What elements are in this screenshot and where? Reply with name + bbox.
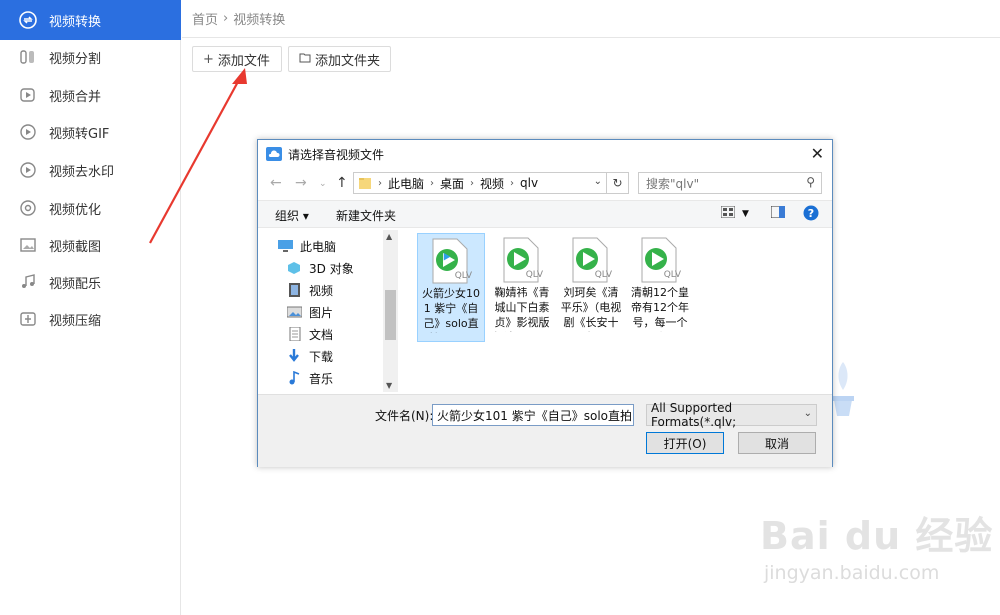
qlv-file-icon: QLV	[569, 237, 613, 283]
search-icon: ⚲	[806, 175, 815, 189]
path-separator-icon: ›	[378, 177, 382, 189]
breadcrumb: 首页 › 视频转换	[182, 0, 1000, 38]
path-segment[interactable]: 视频	[480, 175, 504, 192]
dialog-title: 请选择音视频文件	[288, 147, 385, 162]
dialog-titlebar: 请选择音视频文件 ✕	[258, 140, 832, 168]
documents-icon	[289, 327, 301, 341]
path-separator-icon: ›	[430, 177, 435, 189]
annotation-arrow	[149, 68, 247, 244]
file-name: 刘珂矣《清平乐》（电视剧《长安十二时辰...	[560, 286, 622, 332]
pictures-icon	[287, 306, 302, 318]
cancel-button[interactable]: 取消	[738, 432, 816, 454]
video-folder-icon	[289, 283, 300, 297]
sidebar-item-video-music[interactable]: 视频配乐	[0, 263, 181, 301]
compress-icon	[18, 309, 38, 329]
filename-label: 文件名(N):	[375, 409, 434, 423]
folder-icon	[359, 178, 371, 189]
baidu-watermark: Bai du 经验 jingyan.baidu.com	[760, 505, 993, 584]
filetype-value: All Supported Formats(*.qlv;	[651, 401, 737, 429]
app-cloud-icon	[266, 147, 282, 161]
dialog-toolbar: 组织 ▾ 新建文件夹 ▼ ?	[258, 200, 832, 228]
dialog-footer: 文件名(N): 火箭少女101 紫宁《自己》solo直拍 ⌄ All Suppo…	[258, 394, 832, 467]
chevron-down-icon[interactable]: ▼	[742, 209, 749, 219]
filename-value: 火箭少女101 紫宁《自己》solo直拍	[437, 408, 632, 423]
preview-pane-icon[interactable]	[770, 205, 786, 221]
file-name: 鞠婧祎《青城山下白素贞》影视版标清(270...	[493, 286, 551, 332]
address-row: ← → ⌄ ↑ › 此电脑 › 桌面 › 视频 › qlv ⌄ ↻ 搜索"qlv…	[258, 171, 832, 197]
scroll-down-icon[interactable]: ▼	[386, 381, 392, 390]
path-separator-icon: ›	[470, 177, 475, 189]
chevron-down-icon: ⌄	[803, 408, 812, 419]
filename-field[interactable]: 火箭少女101 紫宁《自己》solo直拍 ⌄	[432, 404, 634, 426]
open-button[interactable]: 打开(O)	[646, 432, 724, 454]
up-arrow-icon[interactable]: ↑	[336, 175, 348, 191]
sidebar-item-label: 视频压缩	[49, 313, 102, 329]
qlv-file-icon: QLV	[500, 237, 544, 283]
3d-objects-icon	[288, 262, 300, 274]
refresh-icon[interactable]: ↻	[607, 172, 629, 194]
search-placeholder: 搜索"qlv"	[646, 176, 700, 191]
organize-button[interactable]: 组织 ▾	[275, 207, 309, 224]
tree-item[interactable]: 图片	[287, 302, 333, 322]
new-folder-button[interactable]: 新建文件夹	[336, 207, 396, 224]
chevron-down-icon[interactable]: ⌄	[594, 176, 602, 187]
download-icon	[289, 349, 299, 362]
sidebar-item-label: 视频配乐	[49, 276, 102, 292]
path-segment[interactable]: 此电脑	[388, 175, 424, 192]
tree-item[interactable]: 音乐	[287, 368, 333, 388]
file-item[interactable]: QLV 鞠婧祎《青城山下白素贞》影视版标清(270...	[488, 233, 556, 342]
file-item[interactable]: QLV 刘珂矣《清平乐》（电视剧《长安十二时辰...	[557, 233, 625, 342]
folder-icon	[299, 52, 311, 67]
back-arrow-icon[interactable]: ←	[270, 175, 282, 191]
help-icon[interactable]: ?	[803, 205, 819, 224]
file-item[interactable]: QLV 清朝12个皇帝有12个年号，每一个都隐...	[626, 233, 694, 342]
computer-icon	[278, 240, 293, 252]
filetype-select[interactable]: All Supported Formats(*.qlv; ⌄	[646, 401, 817, 429]
navigation-tree: 此电脑 3D 对象 视频 图片 文档 下载 音乐	[258, 230, 398, 392]
tree-item[interactable]: 此电脑	[278, 236, 336, 256]
address-bar[interactable]: › 此电脑 › 桌面 › 视频 › qlv ⌄	[353, 172, 607, 194]
tree-item[interactable]: 视频	[287, 280, 333, 300]
sidebar-item-video-compress[interactable]: 视频压缩	[0, 300, 181, 338]
tree-scrollbar[interactable]: ▲ ▼	[383, 230, 398, 392]
file-item[interactable]: QLV 火箭少女101 紫宁《自己》solo直拍 -(风...	[417, 233, 485, 342]
chevron-down-icon[interactable]: ⌄	[621, 408, 629, 419]
view-options-icon[interactable]	[720, 205, 736, 221]
file-open-dialog: 请选择音视频文件 ✕ ← → ⌄ ↑ › 此电脑 › 桌面 › 视频 › qlv…	[257, 139, 833, 467]
recent-dropdown-icon[interactable]: ⌄	[319, 179, 327, 189]
tree-item[interactable]: 文档	[287, 324, 333, 344]
add-folder-label: 添加文件夹	[315, 53, 381, 69]
tree-item[interactable]: 下载	[287, 346, 333, 366]
path-segment[interactable]: 桌面	[440, 175, 464, 192]
tree-item[interactable]: 3D 对象	[287, 258, 354, 278]
path-separator-icon: ›	[510, 177, 515, 189]
svg-text:?: ?	[808, 207, 814, 220]
file-name: 火箭少女101 紫宁《自己》solo直拍 -(风...	[422, 287, 480, 333]
music-icon	[18, 272, 38, 292]
file-name: 清朝12个皇帝有12个年号，每一个都隐...	[631, 286, 689, 332]
watermark-logo: Bai du 经验	[760, 514, 994, 558]
search-input[interactable]: 搜索"qlv" ⚲	[638, 172, 822, 194]
path-segment[interactable]: qlv	[520, 176, 538, 190]
qlv-file-icon: QLV	[638, 237, 682, 283]
music-folder-icon	[289, 371, 300, 385]
scroll-up-icon[interactable]: ▲	[386, 232, 392, 241]
close-icon[interactable]: ✕	[811, 144, 824, 163]
qlv-file-icon: QLV	[429, 238, 473, 284]
forward-arrow-icon[interactable]: →	[295, 175, 307, 191]
watermark-url: jingyan.baidu.com	[764, 562, 940, 584]
scrollbar-thumb[interactable]	[385, 290, 396, 340]
add-folder-button[interactable]: 添加文件夹	[288, 46, 391, 72]
